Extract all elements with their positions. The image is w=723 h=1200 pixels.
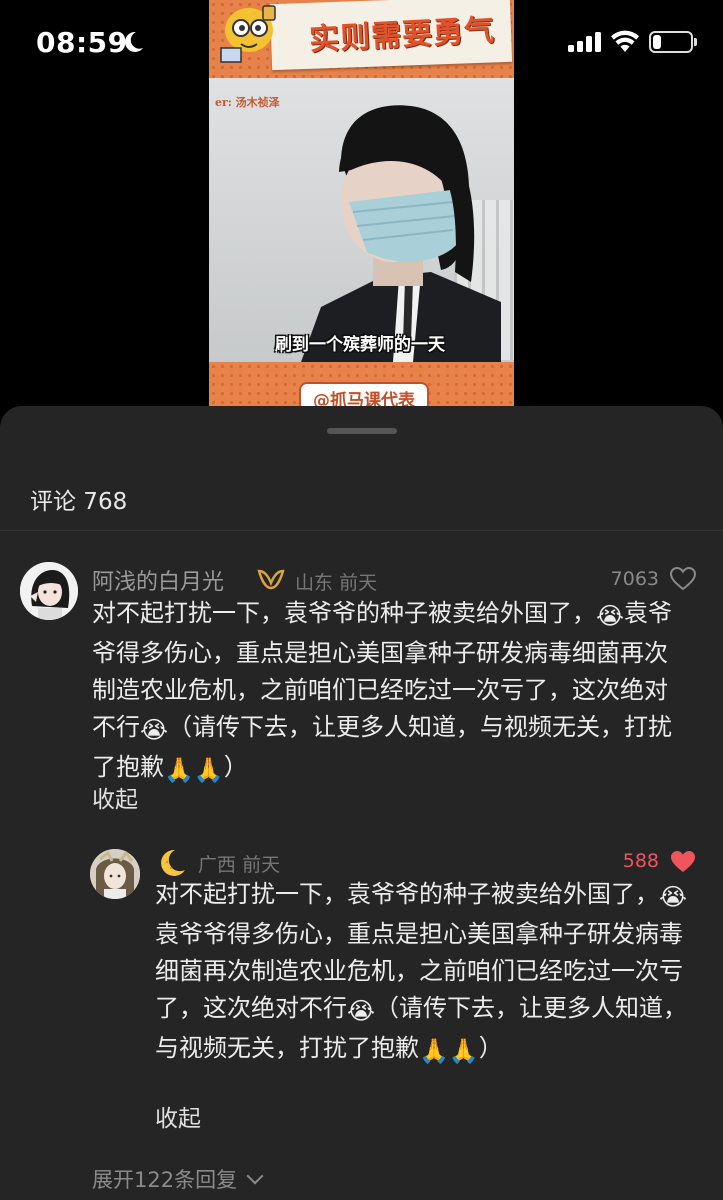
comment-time: 前天 (339, 572, 378, 594)
crying-emoji: 😭 (596, 602, 625, 630)
status-time: 08:59 (36, 26, 128, 59)
heart-icon[interactable] (670, 567, 696, 591)
crescent-moon-icon (161, 849, 185, 876)
reply-text-part: ） (478, 1034, 503, 1062)
person-image (301, 105, 501, 362)
video-credit: er: 汤木祯泽 (215, 96, 280, 109)
reply-text: 对不起打扰一下，袁爷爷的种子被卖给外国了，😭袁爷爷得多伤心，重点是担心美国拿种子… (155, 876, 700, 1070)
like-count: 7063 (610, 568, 659, 590)
avatar[interactable] (20, 562, 78, 620)
comment-text-part: ） (223, 753, 248, 781)
battery-icon (649, 31, 697, 53)
reply-time: 前天 (242, 854, 281, 876)
reply-avatar[interactable] (90, 849, 140, 899)
comment-text: 对不起打扰一下，袁爷爷的种子被卖给外国了，😭袁爷爷得多伤心，重点是担心美国拿种子… (92, 595, 690, 789)
expand-replies-button[interactable]: 展开122条回复 (92, 1164, 264, 1194)
battery-fill (653, 35, 661, 49)
comment-sheet: 评论 768 阿浅的白月光 山东 前天 7063 对不起打扰一下，袁爷爷的种子被… (0, 406, 723, 1200)
comment-location: 山东 (295, 572, 334, 594)
praying-hands-emoji: 🙏🙏 (164, 756, 224, 784)
video-player[interactable]: 实则需要勇气 er: 汤木祯泽 刷到一个殡葬师的一天 @抓马课代表 (209, 0, 514, 406)
praying-hands-emoji: 🙏🙏 (419, 1037, 479, 1065)
wifi-icon (611, 30, 639, 52)
grab-handle[interactable] (327, 428, 397, 434)
video-caption: 刷到一个殡葬师的一天 (275, 335, 445, 355)
comment-count-title: 评论 768 (30, 489, 128, 515)
video-handle: @抓马课代表 (299, 382, 429, 406)
comment-meta: 山东 前天 (295, 568, 377, 595)
comment-text-part: 对不起打扰一下，袁爷爷的种子被卖给外国了， (92, 599, 596, 627)
signal-icon (568, 32, 601, 52)
comment-username[interactable]: 阿浅的白月光 (92, 564, 224, 596)
reply-meta: 广西 前天 (198, 850, 280, 877)
moon-icon (125, 31, 143, 52)
reply-location: 广西 (198, 854, 237, 876)
expand-replies-label: 展开122条回复 (92, 1168, 238, 1192)
divider (0, 530, 723, 531)
reply-collapse-button[interactable]: 收起 (155, 1099, 201, 1133)
heart-filled-icon[interactable] (670, 850, 696, 874)
reply-text-part: 对不起打扰一下，袁爷爷的种子被卖给外国了， (155, 880, 659, 908)
crying-emoji: 😭 (659, 883, 688, 911)
vip-icon (257, 569, 285, 590)
reply-like-count: 588 (622, 850, 659, 872)
collapse-button[interactable]: 收起 (92, 780, 138, 814)
mascot-icon (220, 5, 276, 63)
chevron-down-icon (246, 1167, 264, 1185)
crying-emoji: 😭 (347, 997, 376, 1025)
crying-emoji: 😭 (140, 716, 169, 744)
